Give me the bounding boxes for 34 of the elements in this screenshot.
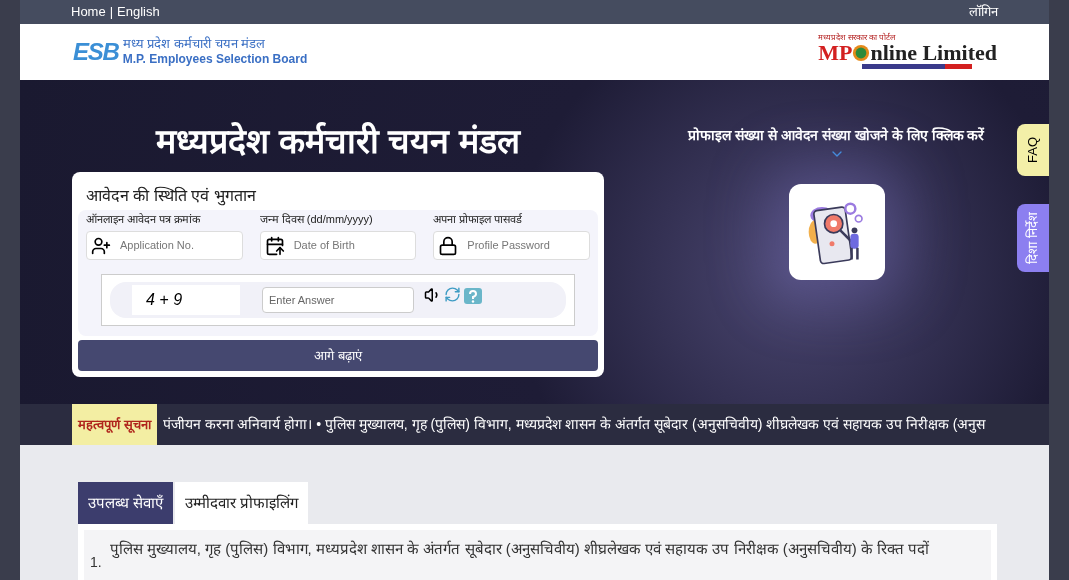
submit-button[interactable]: आगे बढ़ाएं xyxy=(78,339,598,371)
english-board-name: M.P. Employees Selection Board xyxy=(122,52,308,68)
tab[interactable]: उम्मीदवार प्रोफाइलिंग xyxy=(175,482,309,524)
emblem-icon xyxy=(852,44,871,63)
profile-search-tile[interactable] xyxy=(788,183,885,280)
hindi-board-name: मध्य प्रदेश कर्मचारी चयन मंडल xyxy=(122,36,267,53)
input-field[interactable]: Profile Password xyxy=(433,230,590,260)
esb-logo: ESB xyxy=(73,39,119,64)
user-add-icon xyxy=(91,235,111,256)
separator: | xyxy=(109,3,114,22)
lock-icon xyxy=(438,235,459,256)
notice-link[interactable]: पुलिस मुख्यालय, गृह (पुलिस) विभाग, मध्यप्रदेश शासन के अंतर्गत सूबेदार (अनुसचिवीय) शीघ्रलेखक एवं सहायक उप निरीक्षक (अनुसचिवीय) के रिक्त पदों xyxy=(109,538,930,580)
side-tab[interactable]: FAQ xyxy=(1017,123,1049,176)
portal-tagline: मध्यप्रदेश सरकार का पोर्टल xyxy=(818,34,895,43)
list-number: 1. xyxy=(90,553,102,572)
ticker-text: पंजीयन करना अनिवार्य होगा। • पुलिस मुख्यालय, गृह (पुलिस) विभाग, मध्यप्रदेश शासन के अंतर्गत सूबेदार (अनुसचिवीय) शीघ्रलेखक एवं सहायक उप निरीक्षक (अनुस xyxy=(162,414,986,435)
language-link[interactable]: English xyxy=(117,2,160,22)
login-link[interactable]: लॉगिन xyxy=(969,2,998,22)
calendar-icon xyxy=(264,235,285,256)
captcha-image: 4 + 9 xyxy=(132,284,240,315)
field-label: अपना प्रोफाइल पासवर्ड xyxy=(433,212,524,228)
home-link[interactable]: Home xyxy=(71,2,106,22)
form-title: आवेदन की स्थिति एवं भुगतान xyxy=(85,185,257,208)
input-field[interactable]: Date of Birth xyxy=(259,230,417,260)
mponline-logo-name: nline Limited xyxy=(870,42,997,65)
input-field[interactable]: Application No. xyxy=(86,230,243,260)
mponline-logo-prefix: MP xyxy=(818,42,853,65)
hero-title: मध्यप्रदेश कर्मचारी चयन मंडल xyxy=(156,120,520,162)
field-label: ऑनलाइन आवेदन पत्र क्रमांक xyxy=(86,212,202,228)
search-prompt[interactable]: प्रोफाइल संख्या से आवेदन संख्या खोजने के लिए क्लिक करें xyxy=(688,124,985,146)
captcha-answer-field[interactable]: Enter Answer xyxy=(262,286,414,313)
field-label: जन्म दिवस (dd/mm/yyyy) xyxy=(259,212,374,228)
ticker-label: महत्वपूर्ण सूचना xyxy=(72,403,157,445)
tab[interactable]: उपलब्ध सेवाएँ xyxy=(78,482,174,524)
